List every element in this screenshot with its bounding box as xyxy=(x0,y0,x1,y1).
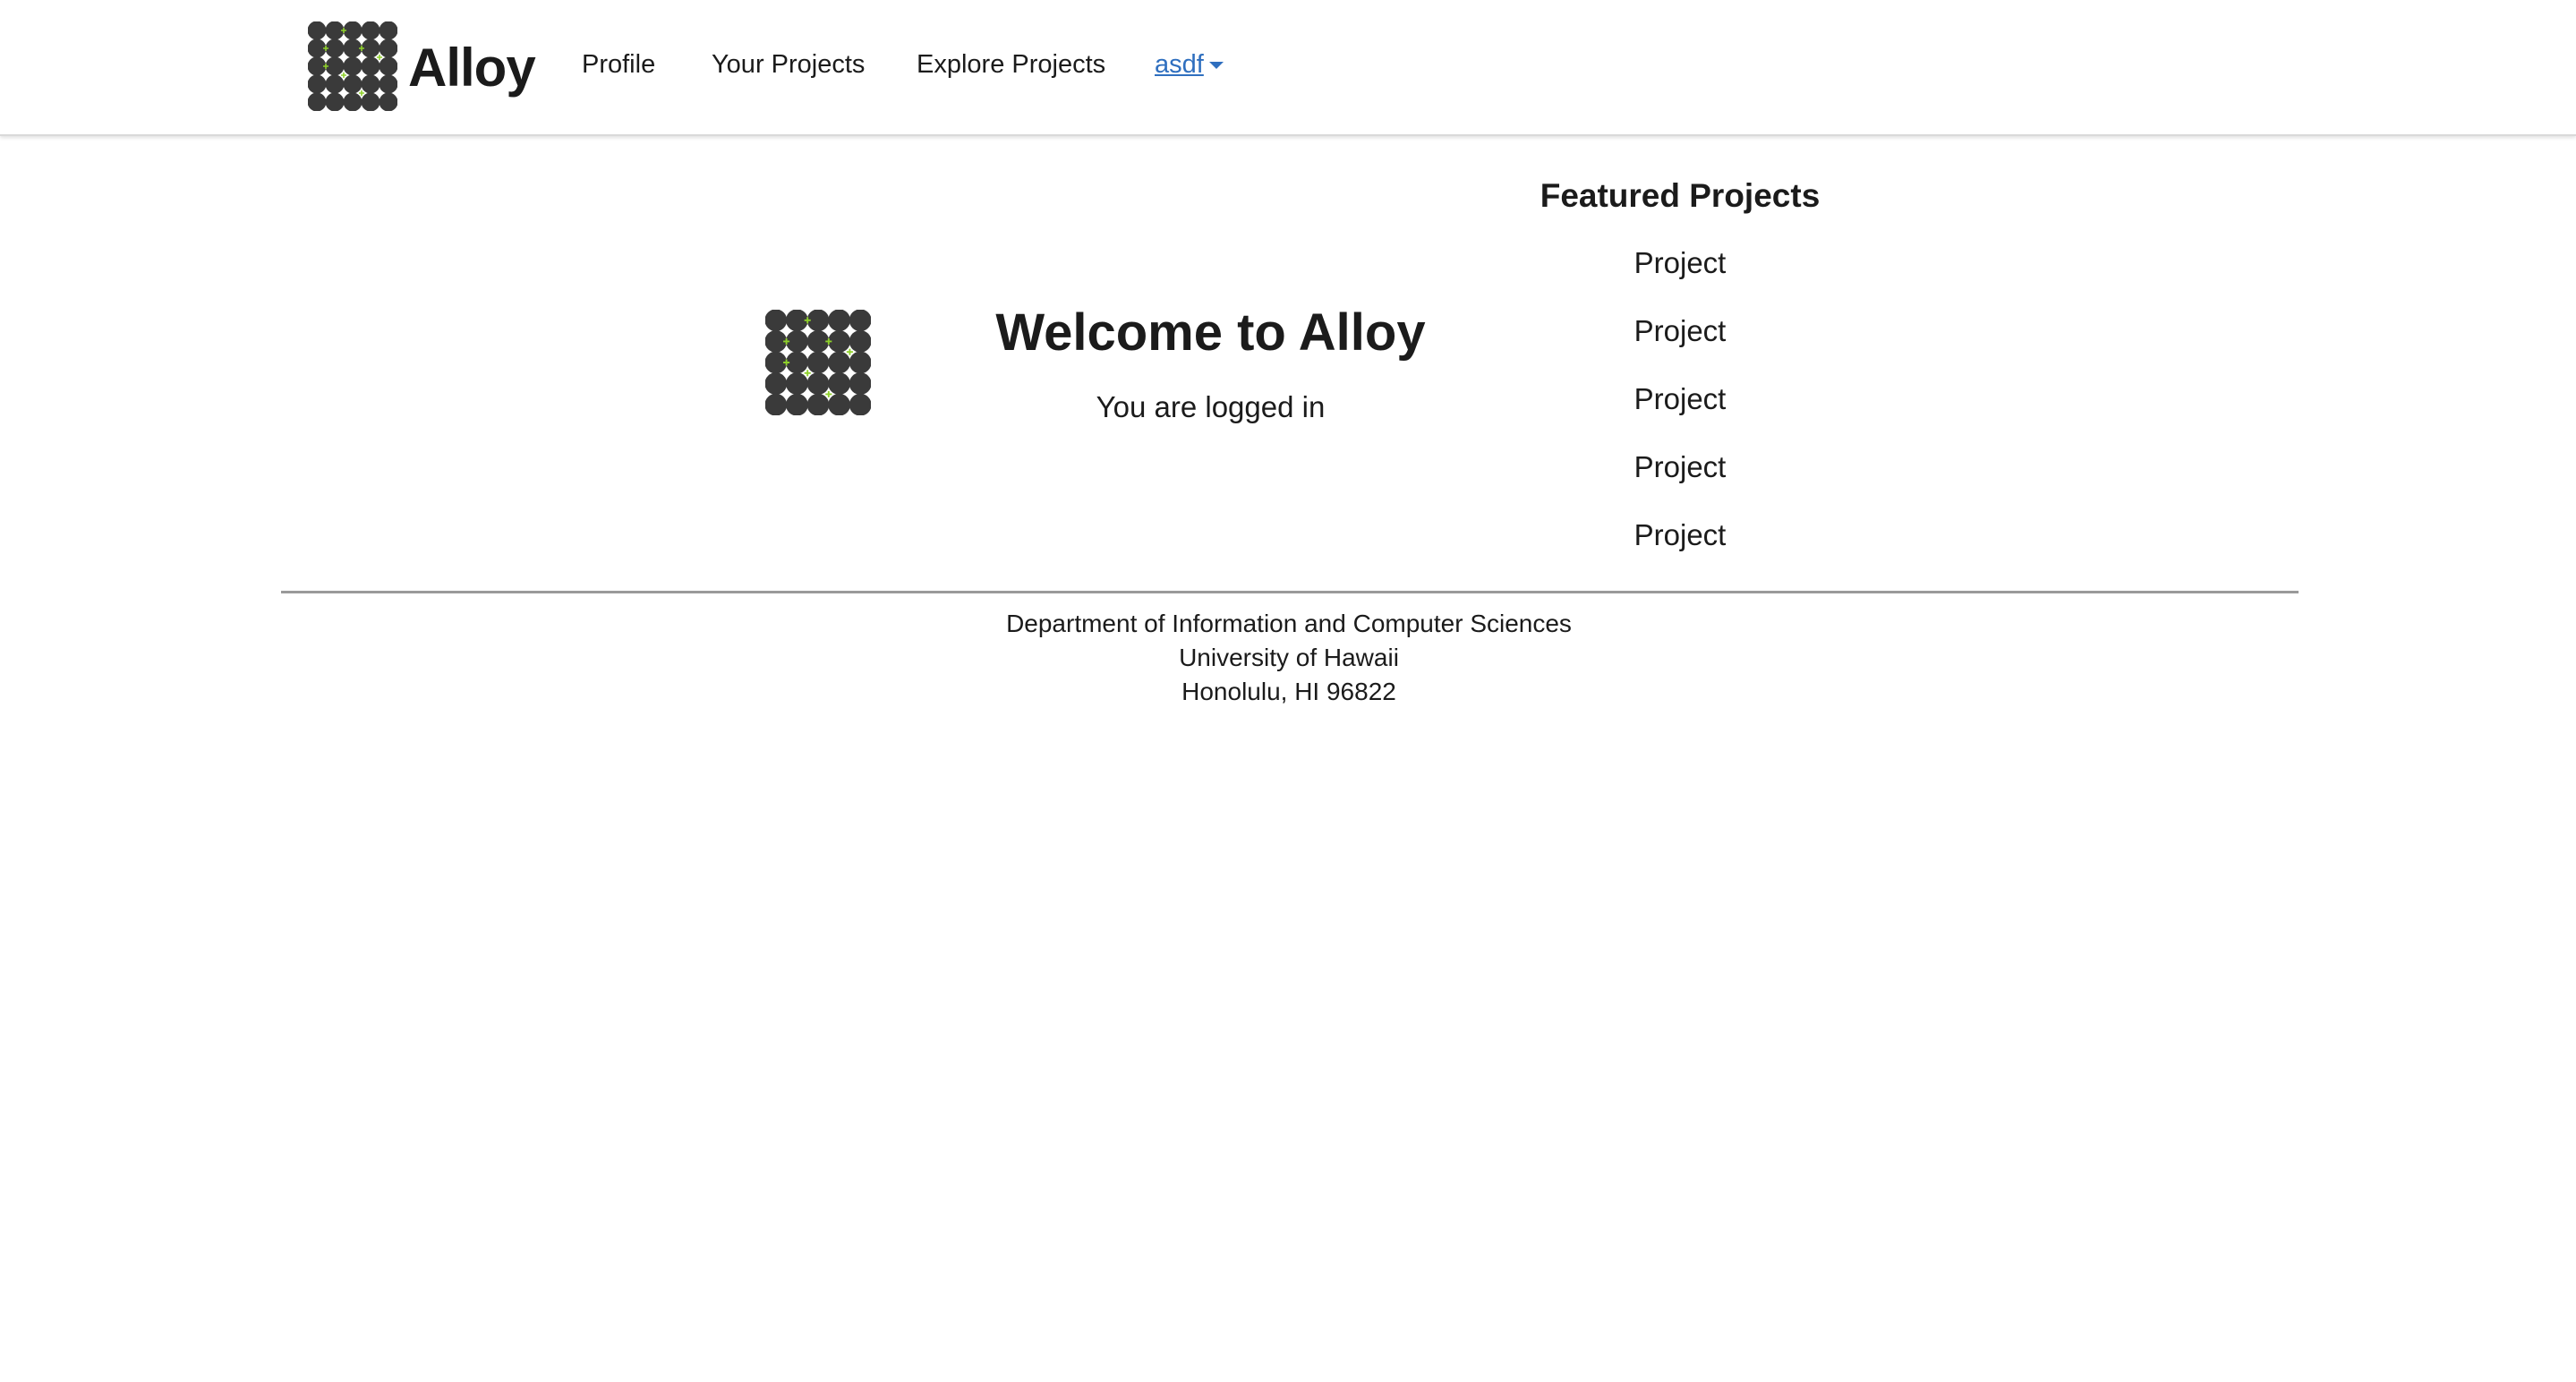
featured-project-item[interactable]: Project xyxy=(1501,229,1859,297)
nav-your-projects-link[interactable]: Your Projects xyxy=(712,47,865,82)
page-title: Welcome to Alloy xyxy=(995,303,1426,362)
login-status-text: You are logged in xyxy=(1096,390,1326,423)
brand-name: Alloy xyxy=(408,38,536,98)
featured-project-item[interactable]: Project xyxy=(1501,297,1859,365)
footer-address: Department of Information and Computer S… xyxy=(931,607,1647,709)
featured-projects-heading: Featured Projects xyxy=(1540,177,1821,214)
top-navbar: Alloy Profile Your Projects Explore Proj… xyxy=(0,0,2576,136)
alloy-logo-icon xyxy=(307,21,398,115)
nav-profile-link[interactable]: Profile xyxy=(582,47,655,82)
brand-home-link[interactable]: Alloy xyxy=(307,21,536,115)
user-menu-dropdown[interactable]: asdf xyxy=(1155,47,1224,82)
alloy-logo-icon xyxy=(764,309,872,420)
nav-explore-projects-link[interactable]: Explore Projects xyxy=(917,47,1105,82)
featured-projects-list: Project Project Project Project Project xyxy=(1501,229,1859,569)
featured-project-item[interactable]: Project xyxy=(1501,501,1859,569)
featured-project-item[interactable]: Project xyxy=(1501,433,1859,501)
featured-projects-panel: Featured Projects Project Project Projec… xyxy=(1501,172,1859,569)
featured-project-item[interactable]: Project xyxy=(1501,365,1859,433)
caret-down-icon xyxy=(1208,62,1224,70)
footer-department: Department of Information and Computer S… xyxy=(1006,610,1572,637)
footer-divider xyxy=(281,591,2299,593)
footer-city: Honolulu, HI 96822 xyxy=(1181,678,1396,705)
user-menu-label: asdf xyxy=(1155,50,1204,79)
footer-university: University of Hawaii xyxy=(1179,644,1399,671)
